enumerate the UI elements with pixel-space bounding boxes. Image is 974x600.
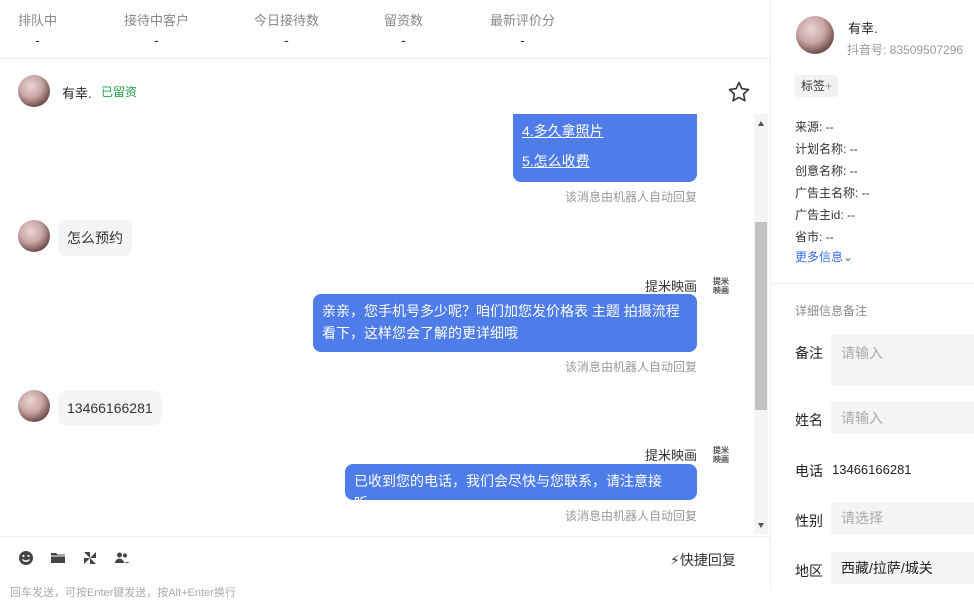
- add-tag-button[interactable]: 标签+: [795, 75, 839, 97]
- chat-scrollbar[interactable]: [754, 114, 768, 534]
- plus-icon: +: [825, 79, 833, 93]
- star-icon[interactable]: [727, 80, 751, 104]
- customer-avatar[interactable]: [18, 75, 50, 107]
- chat-header: 有幸. 已留资: [0, 58, 770, 114]
- customer-message: 怎么预约: [58, 220, 132, 256]
- note-label: 备注: [795, 345, 823, 361]
- users-icon[interactable]: [114, 550, 130, 566]
- pinwheel-icon[interactable]: [82, 550, 98, 566]
- menu-link-photo-time[interactable]: 4.多久拿照片: [522, 120, 688, 142]
- gender-select[interactable]: 请选择: [831, 502, 974, 534]
- folder-icon[interactable]: [50, 550, 66, 566]
- info-advertiser-id: 广告主id: --: [795, 208, 856, 222]
- stats-bar: 排队中 - 接待中客户 - 今日接待数 - 留资数 - 最新评价分 -: [0, 0, 770, 59]
- chevron-down-icon: ⌄: [843, 250, 854, 264]
- info-region: 省市: --: [795, 230, 834, 244]
- stat-serving: 接待中客户 -: [124, 13, 190, 48]
- scroll-up-arrow[interactable]: [758, 121, 764, 126]
- name-label: 姓名: [795, 412, 823, 428]
- customer-message: 13466166281: [58, 390, 162, 426]
- brand-logo: 提米 映画: [713, 277, 729, 295]
- bot-note: 该消息由机器人自动回复: [564, 360, 697, 374]
- stat-today: 今日接待数 -: [254, 13, 320, 48]
- scroll-thumb[interactable]: [755, 222, 767, 410]
- sender-name: 提米映画: [644, 279, 697, 294]
- menu-link-pricing[interactable]: 5.怎么收费: [522, 150, 688, 172]
- region-select[interactable]: 西藏/拉萨/城关: [831, 552, 974, 584]
- status-badge: 已留资: [101, 85, 138, 99]
- more-info-link[interactable]: 更多信息⌄: [795, 248, 853, 265]
- customer-avatar: [18, 220, 50, 252]
- note-textarea[interactable]: 请输入: [831, 334, 974, 386]
- profile-name: 有幸.: [848, 21, 878, 36]
- customer-info-panel: 有幸. 抖音号: 83509507296 标签+ 来源: -- 计划名称: --…: [771, 0, 974, 591]
- info-source: 来源: --: [795, 120, 834, 134]
- scroll-down-arrow[interactable]: [758, 523, 764, 528]
- message-list[interactable]: 4.多久拿照片 5.怎么收费 该消息由机器人自动回复 怎么预约 提米映画 提米映…: [0, 114, 770, 536]
- sender-name: 提米映画: [644, 448, 697, 463]
- info-creative: 创意名称: --: [795, 164, 858, 178]
- bot-note: 该消息由机器人自动回复: [564, 509, 697, 523]
- phone-value: 13466166281: [832, 462, 912, 477]
- quick-reply-button[interactable]: ⚡快捷回复: [670, 550, 736, 570]
- info-advertiser: 广告主名称: --: [795, 186, 870, 200]
- stat-rating: 最新评价分 -: [490, 13, 556, 48]
- region-label: 地区: [795, 563, 823, 579]
- composer-toolbar: ⚡快捷回复: [0, 536, 770, 581]
- info-plan: 计划名称: --: [795, 142, 858, 156]
- bot-menu-bubble: 4.多久拿照片 5.怎么收费: [513, 114, 697, 182]
- agent-message: 已收到您的电话，我们会尽快与您联系，请注意接听。: [345, 464, 697, 511]
- agent-message: 亲亲，您手机号多少呢？咱们加您发价格表 主题 拍摄流程看下，这样您会了解的更详细…: [313, 294, 697, 352]
- composer-hint: 回车发送，可按Enter键发送，按Alt+Enter换行: [10, 587, 236, 599]
- customer-avatar: [18, 390, 50, 422]
- gender-label: 性别: [795, 513, 823, 529]
- phone-label: 电话: [795, 463, 823, 479]
- stat-queue: 排队中 -: [18, 13, 58, 48]
- section-divider: [771, 283, 974, 284]
- profile-avatar: [796, 16, 834, 54]
- name-input[interactable]: 请输入: [831, 402, 974, 434]
- section-title: 详细信息备注: [795, 304, 868, 318]
- brand-logo: 提米 映画: [713, 446, 729, 464]
- customer-name: 有幸.: [62, 86, 92, 101]
- stat-leads: 留资数 -: [384, 13, 424, 48]
- profile-id: 抖音号: 83509507296: [847, 43, 964, 57]
- lightning-icon: ⚡: [670, 552, 680, 568]
- emoji-icon[interactable]: [18, 550, 34, 566]
- bot-note: 该消息由机器人自动回复: [564, 190, 697, 204]
